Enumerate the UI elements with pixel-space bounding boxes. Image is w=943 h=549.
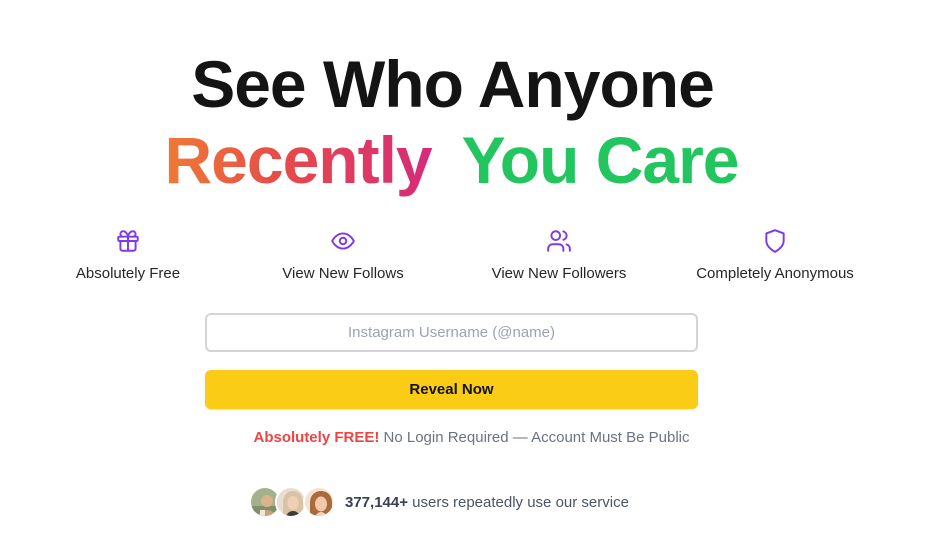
avatar: [303, 486, 335, 518]
notice-body: No Login Required — Account Must Be Publ…: [383, 429, 690, 446]
notice-text: Absolutely FREE! No Login Required — Acc…: [0, 429, 943, 446]
username-search-input[interactable]: [205, 313, 698, 352]
headline-green-phrase: You Care: [461, 123, 740, 197]
headline-line-2: Recently You Care: [0, 124, 923, 196]
notice-highlight: Absolutely FREE!: [253, 429, 380, 446]
eye-icon: [331, 232, 355, 250]
feature-completely-anonymous: Completely Anonymous: [665, 228, 885, 283]
avatar-stack: [249, 486, 335, 518]
feature-view-new-followers: View New Followers: [449, 228, 669, 283]
reveal-now-button[interactable]: Reveal Now: [205, 370, 698, 409]
feature-label: View New Follows: [282, 265, 404, 282]
user-count: 377,144+: [345, 493, 408, 511]
social-proof-caption: users repeatedly use our service: [412, 493, 629, 511]
hero-heading: See Who Anyone Recently You Care: [0, 44, 943, 196]
users-icon: [547, 230, 571, 252]
headline-line-1: See Who Anyone: [191, 47, 715, 121]
social-proof: 377,144+ users repeatedly use our servic…: [249, 486, 629, 518]
feature-label: Absolutely Free: [75, 265, 181, 282]
feature-absolutely-free: Absolutely Free: [18, 228, 238, 283]
social-proof-text: 377,144+ users repeatedly use our servic…: [345, 494, 629, 511]
feature-label: Completely Anonymous: [696, 265, 854, 282]
headline-gradient-word: Recently: [164, 123, 433, 197]
gift-icon: [117, 230, 139, 252]
feature-label: View New Followers: [491, 265, 627, 282]
feature-list: Absolutely Free View New Follows View Ne…: [0, 228, 943, 288]
feature-view-new-follows: View New Follows: [233, 228, 453, 283]
shield-icon: [765, 229, 785, 253]
